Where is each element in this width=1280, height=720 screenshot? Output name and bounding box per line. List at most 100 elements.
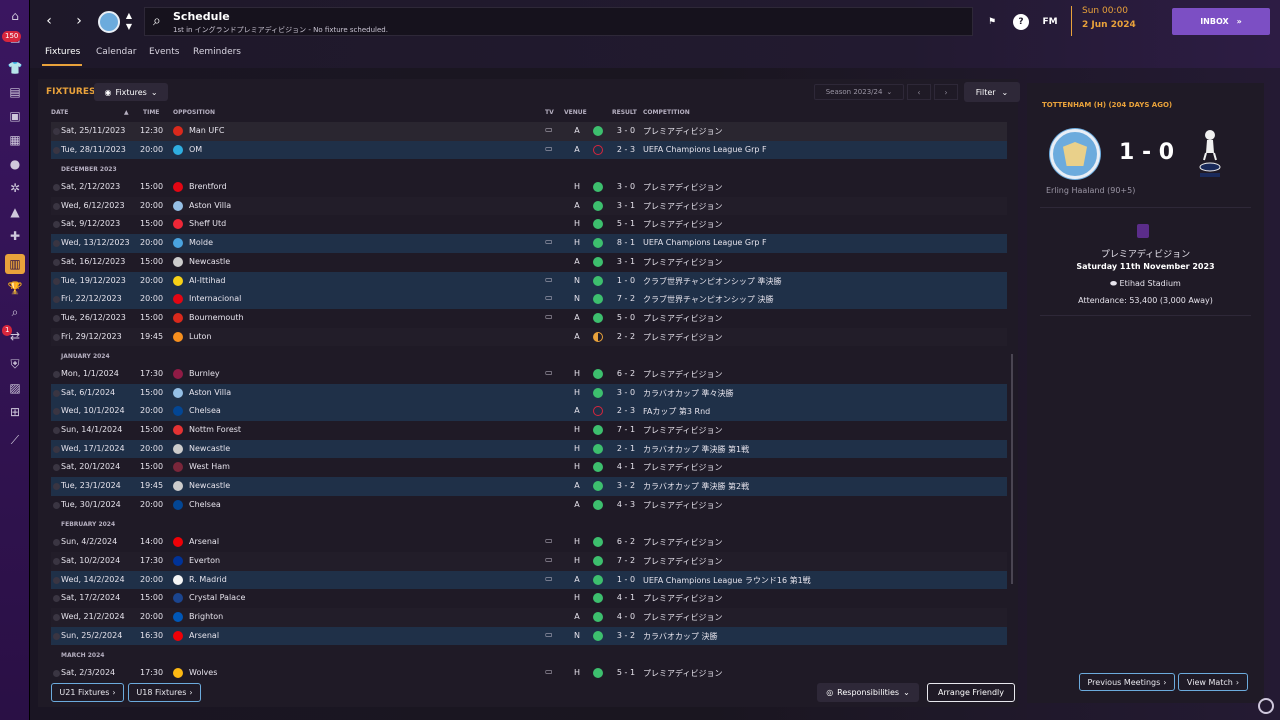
opponent-name[interactable]: Aston Villa: [189, 388, 231, 397]
opponent-name[interactable]: Arsenal: [189, 631, 219, 640]
fixture-row[interactable]: Wed, 13/12/2023 20:00 Molde ▭ H 8 - 1 UEFA Cha…: [51, 234, 1007, 253]
opponent-name[interactable]: Crystal Palace: [189, 593, 245, 602]
search-icon[interactable]: ⌕: [153, 13, 161, 29]
opponent-name[interactable]: Wolves: [189, 668, 217, 677]
competition-name[interactable]: プレミアディビジョン: [643, 219, 722, 230]
tab-reminders[interactable]: Reminders: [193, 47, 241, 57]
match-score[interactable]: 1 - 0: [614, 276, 638, 285]
opponent-crest-icon[interactable]: [173, 238, 183, 249]
opponent-name[interactable]: Brentford: [189, 182, 227, 191]
fixture-row[interactable]: Sun, 14/1/2024 15:00 Nottm Forest H 7 - 1 プレミ…: [51, 421, 1007, 440]
match-score[interactable]: 3 - 2: [614, 631, 638, 640]
match-score[interactable]: 2 - 2: [614, 332, 638, 341]
opponent-name[interactable]: Arsenal: [189, 537, 219, 546]
prev-season-button[interactable]: ‹: [907, 84, 931, 100]
fixture-row[interactable]: Sat, 25/11/2023 12:30 Man UFC ▭ A 3 - 0 プレミアディ…: [51, 122, 1007, 141]
match-score[interactable]: 2 - 3: [614, 145, 638, 154]
match-score[interactable]: 6 - 2: [614, 369, 638, 378]
fixture-row[interactable]: Sat, 9/12/2023 15:00 Sheff Utd H 5 - 1 プレミアディ…: [51, 215, 1007, 234]
row-select-radio[interactable]: [53, 445, 60, 453]
dynamics-icon[interactable]: ✲: [5, 178, 25, 198]
opponent-crest-icon[interactable]: [173, 630, 183, 641]
col-competition[interactable]: COMPETITION: [643, 109, 690, 116]
opponent-crest-icon[interactable]: [173, 256, 183, 267]
fixture-row[interactable]: Sun, 4/2/2024 14:00 Arsenal ▭ H 6 - 2 プレミアディビジ…: [51, 533, 1007, 552]
opponent-name[interactable]: Burnley: [189, 369, 220, 378]
competitions-icon[interactable]: 🏆: [5, 278, 25, 298]
opponent-crest-icon[interactable]: [173, 312, 183, 323]
finances-icon[interactable]: ▨: [5, 378, 25, 398]
fixture-row[interactable]: Wed, 17/1/2024 20:00 Newcastle H 2 - 1 カラバオカッ…: [51, 439, 1007, 459]
fixture-row[interactable]: Tue, 28/11/2023 20:00 OM ▭ A 2 - 3 UEFA Champi…: [51, 140, 1007, 160]
col-opposition[interactable]: OPPOSITION: [173, 109, 215, 116]
team-report-icon[interactable]: ▤: [5, 82, 25, 102]
opponent-crest-icon[interactable]: [173, 387, 183, 398]
competition-name[interactable]: UEFA Champions League ラウンド16 第1戦: [643, 575, 811, 586]
training-icon[interactable]: ▦: [5, 130, 25, 150]
row-select-radio[interactable]: [53, 613, 60, 621]
filter-button[interactable]: Filter ⌄: [964, 82, 1020, 102]
opponent-name[interactable]: Luton: [189, 332, 212, 341]
row-select-radio[interactable]: [53, 576, 60, 584]
opponent-crest-icon[interactable]: [173, 294, 183, 305]
row-select-radio[interactable]: [53, 501, 60, 509]
opponent-name[interactable]: R. Madrid: [189, 575, 227, 584]
opponent-name[interactable]: Nottm Forest: [189, 425, 241, 434]
opponent-name[interactable]: Brighton: [189, 612, 223, 621]
season-dropdown[interactable]: Season 2023/24 ⌄: [814, 84, 904, 100]
row-select-radio[interactable]: [53, 370, 60, 378]
row-select-radio[interactable]: [53, 464, 60, 472]
fixture-row[interactable]: Sat, 6/1/2024 15:00 Aston Villa H 3 - 0 カラバオカ…: [51, 383, 1007, 403]
tab-fixtures[interactable]: Fixtures: [45, 47, 80, 57]
match-score[interactable]: 7 - 2: [614, 556, 638, 565]
home-icon[interactable]: ⌂: [5, 6, 25, 26]
fixture-row[interactable]: Tue, 19/12/2023 20:00 Al-Ittihad ▭ N 1 - 0 クラブ…: [51, 271, 1007, 291]
competition-name[interactable]: プレミアディビジョン: [643, 612, 722, 623]
fixture-row[interactable]: Sat, 2/3/2024 17:30 Wolves ▭ H 5 - 1 プレミアディビジョ…: [51, 664, 1007, 683]
competition-name[interactable]: プレミアディビジョン: [643, 369, 722, 380]
medical-icon[interactable]: ●: [5, 154, 25, 174]
fixture-row[interactable]: Wed, 21/2/2024 20:00 Brighton A 4 - 0 プレミアディビ…: [51, 607, 1007, 627]
opponent-name[interactable]: Al-Ittihad: [189, 276, 226, 285]
match-score[interactable]: 6 - 2: [614, 537, 638, 546]
match-score[interactable]: 4 - 3: [614, 500, 638, 509]
competition-name[interactable]: UEFA Champions League Grp F: [643, 145, 767, 154]
row-select-radio[interactable]: [53, 146, 60, 154]
opponent-name[interactable]: Man UFC: [189, 126, 224, 135]
fixture-row[interactable]: Fri, 22/12/2023 20:00 Internacional ▭ N 7 - 2…: [51, 290, 1007, 309]
opponent-crest-icon[interactable]: [173, 126, 183, 136]
competition-name[interactable]: プレミアディビジョン: [643, 126, 722, 137]
tactics-icon[interactable]: ▲: [5, 202, 25, 222]
competition-name[interactable]: プレミアディビジョン: [643, 462, 722, 473]
row-select-radio[interactable]: [53, 427, 60, 434]
row-select-radio[interactable]: [53, 296, 60, 304]
row-select-radio[interactable]: [53, 240, 60, 248]
staff-icon[interactable]: ▣: [5, 106, 25, 126]
competition-name[interactable]: クラブ世界チャンピオンシップ 決勝: [643, 294, 773, 305]
opponent-crest-icon[interactable]: [173, 611, 183, 622]
match-score[interactable]: 3 - 1: [614, 257, 638, 266]
opponent-name[interactable]: OM: [189, 145, 202, 154]
opponent-name[interactable]: Molde: [189, 238, 213, 247]
competition-name[interactable]: FAカップ 第3 Rnd: [643, 406, 710, 417]
row-select-radio[interactable]: [53, 483, 60, 491]
opponent-crest-icon[interactable]: [173, 425, 183, 435]
competition-name[interactable]: プレミアディビジョン: [643, 332, 722, 343]
match-score[interactable]: 3 - 0: [614, 126, 638, 135]
competition-name[interactable]: プレミアディビジョン: [643, 668, 722, 679]
fm-menu-button[interactable]: FM: [1042, 14, 1058, 30]
club-vision-icon[interactable]: ⛨: [5, 354, 25, 374]
scrollbar[interactable]: [1011, 354, 1013, 584]
u18-fixtures-button[interactable]: U18 Fixtures ›: [128, 683, 201, 702]
competition-name[interactable]: カラバオカップ 決勝: [643, 631, 717, 642]
col-venue[interactable]: VENUE: [564, 109, 587, 116]
row-select-radio[interactable]: [53, 128, 60, 135]
row-select-radio[interactable]: [53, 202, 60, 210]
row-select-radio[interactable]: [53, 595, 60, 603]
game-date[interactable]: Sun 00:00 2 Jun 2024: [1071, 6, 1136, 36]
opponent-crest-icon[interactable]: [173, 200, 183, 211]
match-score[interactable]: 5 - 1: [614, 668, 638, 677]
continue-inbox-button[interactable]: INBOX »: [1172, 8, 1270, 35]
row-select-radio[interactable]: [53, 184, 60, 192]
u21-fixtures-button[interactable]: U21 Fixtures ›: [51, 683, 124, 702]
